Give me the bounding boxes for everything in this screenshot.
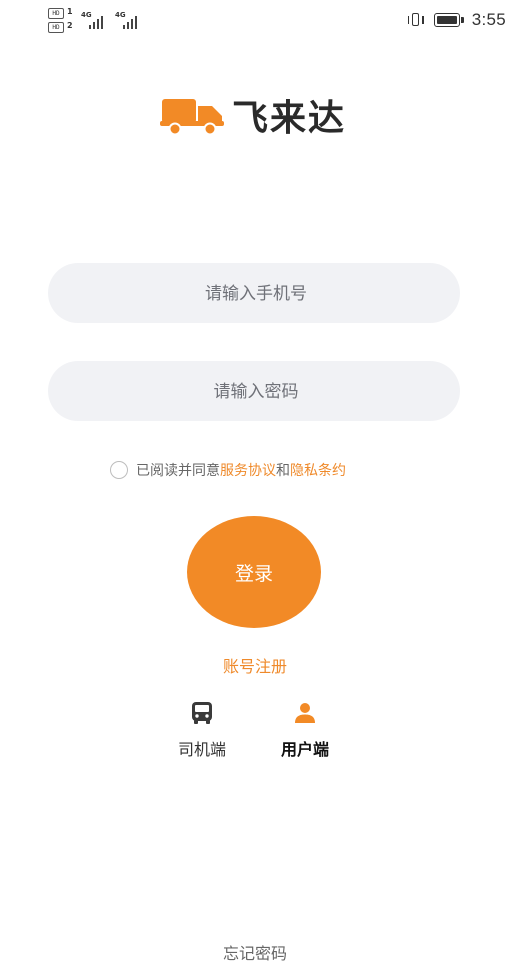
sim-indicators: HD 1 HD 2 4G 4G <box>48 7 148 35</box>
status-time: 3:55 <box>471 10 506 29</box>
network-type-sim1: 4G <box>81 11 92 19</box>
signal-icon-sim2: 4G <box>115 11 145 31</box>
privacy-policy-link[interactable]: 隐私条约 <box>290 460 346 480</box>
user-icon <box>292 700 318 726</box>
battery-icon <box>433 13 464 27</box>
register-link-label[interactable]: 账号注册 <box>223 657 287 676</box>
status-right: 3:55 <box>406 10 506 30</box>
sim2-hd-badge: HD <box>48 22 64 33</box>
app-name: 飞来达 <box>232 98 347 139</box>
phone-input-container <box>48 263 464 325</box>
password-input-container <box>48 361 464 423</box>
status-bar: HD 1 HD 2 4G 4G 3:55 <box>0 0 510 40</box>
agreement-checkbox[interactable] <box>110 461 128 479</box>
network-type-sim2: 4G <box>115 11 126 19</box>
truck-icon <box>160 94 226 136</box>
register-link: 账号注册 <box>0 653 510 677</box>
role-user[interactable]: 用户端 <box>265 700 345 764</box>
agreement-prefix: 已阅读并同意 <box>136 463 220 479</box>
password-input[interactable] <box>48 361 464 423</box>
service-agreement-link[interactable]: 服务协议 <box>220 460 276 480</box>
sim2-number: 2 <box>67 21 73 30</box>
vibrate-icon <box>406 12 426 28</box>
forgot-password-row: 忘记密码 <box>0 940 510 964</box>
role-driver[interactable]: 司机端 <box>162 700 242 764</box>
sim1-hd-badge: HD <box>48 8 64 19</box>
forgot-password-link[interactable]: 忘记密码 <box>223 944 287 963</box>
sim1-number: 1 <box>67 7 73 16</box>
signal-icon-sim1: 4G <box>81 11 111 31</box>
bus-icon <box>189 700 215 726</box>
app-logo: 飞来达 <box>160 90 360 140</box>
agreement-row: 已阅读并同意 服务协议 和 隐私条约 <box>110 459 346 481</box>
role-user-label: 用户端 <box>280 740 329 759</box>
login-button[interactable]: 登录 <box>187 516 321 628</box>
agreement-connector: 和 <box>276 463 290 479</box>
role-driver-label: 司机端 <box>177 740 226 759</box>
phone-input[interactable] <box>48 263 464 325</box>
